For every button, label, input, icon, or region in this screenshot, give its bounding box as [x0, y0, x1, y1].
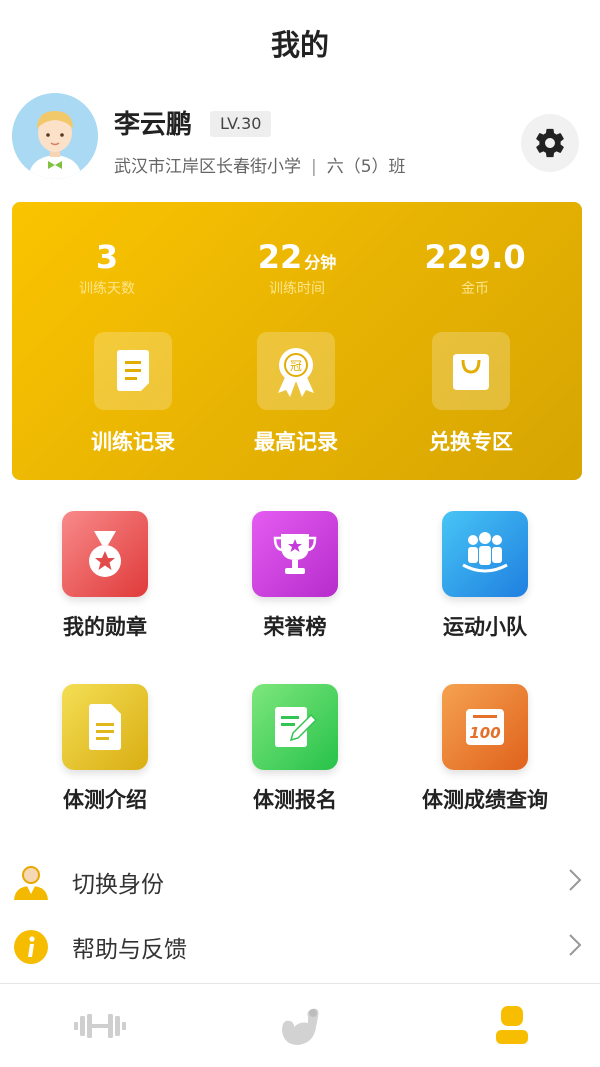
- team-icon: [462, 532, 508, 573]
- avatar[interactable]: [12, 93, 98, 179]
- fitness-score-query-button[interactable]: 100 体测成绩查询: [390, 684, 580, 814]
- settings-button[interactable]: [521, 114, 579, 172]
- grid-label: 体测介绍: [63, 788, 147, 812]
- help-feedback-row[interactable]: 帮助与反馈: [0, 915, 600, 979]
- stats-card: 3 训练天数 22 分钟 训练时间 229.0 金币 训练记录 冠 最高记录 兑…: [12, 202, 582, 480]
- menu-label: 切换身份: [72, 872, 164, 898]
- fitness-test-signup-button[interactable]: 体测报名: [200, 684, 390, 814]
- gear-icon: [536, 128, 564, 158]
- best-records-button[interactable]: 冠 最高记录: [201, 332, 391, 456]
- class-name: 六（5）班: [326, 157, 406, 177]
- action-label: 兑换专区: [429, 430, 513, 454]
- school-name: 武汉市江岸区长春街小学: [114, 157, 301, 177]
- tab-training[interactable]: [0, 998, 200, 1054]
- grid-label: 荣誉榜: [263, 615, 327, 639]
- stat-label: 金币: [461, 281, 489, 297]
- chevron-right-icon: [569, 869, 582, 891]
- action-label: 最高记录: [254, 430, 338, 454]
- stat-unit: 分钟: [304, 253, 337, 272]
- stat-label: 训练时间: [269, 281, 325, 297]
- medal-icon: [89, 531, 121, 577]
- training-records-button[interactable]: 训练记录: [38, 332, 228, 456]
- honor-list-button[interactable]: 荣誉榜: [200, 511, 390, 641]
- school-info: 武汉市江岸区长春街小学 | 六（5）班: [114, 152, 406, 177]
- dumbbell-icon: [74, 1014, 126, 1038]
- tab-exercise[interactable]: [200, 998, 400, 1054]
- grid-label: 体测报名: [253, 788, 337, 812]
- user-icon: [496, 1006, 528, 1044]
- stat-coins: 229.0 金币: [380, 238, 570, 298]
- shopping-bag-icon: [453, 354, 489, 390]
- edit-form-icon: [275, 707, 318, 747]
- level-badge: LV.30: [210, 111, 272, 137]
- fitness-test-intro-button[interactable]: 体测介绍: [10, 684, 200, 814]
- muscle-arm-icon: [282, 1008, 319, 1045]
- user-name: 李云鹏: [114, 110, 193, 140]
- document-icon: [117, 350, 149, 391]
- stat-value: 3: [95, 238, 119, 276]
- stat-value: 229.0: [424, 238, 526, 276]
- chevron-right-icon: [569, 934, 582, 956]
- stat-label: 训练天数: [79, 281, 135, 297]
- stat-training-days: 3 训练天数: [12, 238, 202, 298]
- person-icon: [14, 866, 48, 900]
- stat-training-time: 22 分钟 训练时间: [202, 238, 392, 298]
- trophy-icon: [273, 534, 317, 574]
- stat-value: 22: [257, 238, 303, 276]
- score-100-icon: 100: [466, 709, 504, 745]
- exchange-zone-button[interactable]: 兑换专区: [376, 332, 566, 456]
- page-title: 我的: [270, 28, 329, 62]
- menu-label: 帮助与反馈: [72, 937, 187, 963]
- info-icon: [14, 930, 48, 964]
- sports-team-button[interactable]: 运动小队: [390, 511, 580, 641]
- tab-mine[interactable]: [412, 998, 600, 1054]
- doc-icon: [89, 704, 121, 750]
- award-ribbon-icon: 冠: [278, 348, 314, 397]
- svg-text:冠: 冠: [290, 359, 302, 373]
- action-label: 训练记录: [91, 430, 175, 454]
- svg-text:100: 100: [469, 724, 500, 742]
- tab-bar: [0, 983, 600, 1067]
- avatar-boy-icon: [12, 93, 98, 179]
- grid-label: 运动小队: [443, 615, 527, 639]
- switch-identity-row[interactable]: 切换身份: [0, 850, 600, 914]
- grid-label: 我的勋章: [63, 615, 147, 639]
- grid-label: 体测成绩查询: [422, 788, 548, 812]
- separator: |: [311, 157, 317, 177]
- my-medals-button[interactable]: 我的勋章: [10, 511, 200, 641]
